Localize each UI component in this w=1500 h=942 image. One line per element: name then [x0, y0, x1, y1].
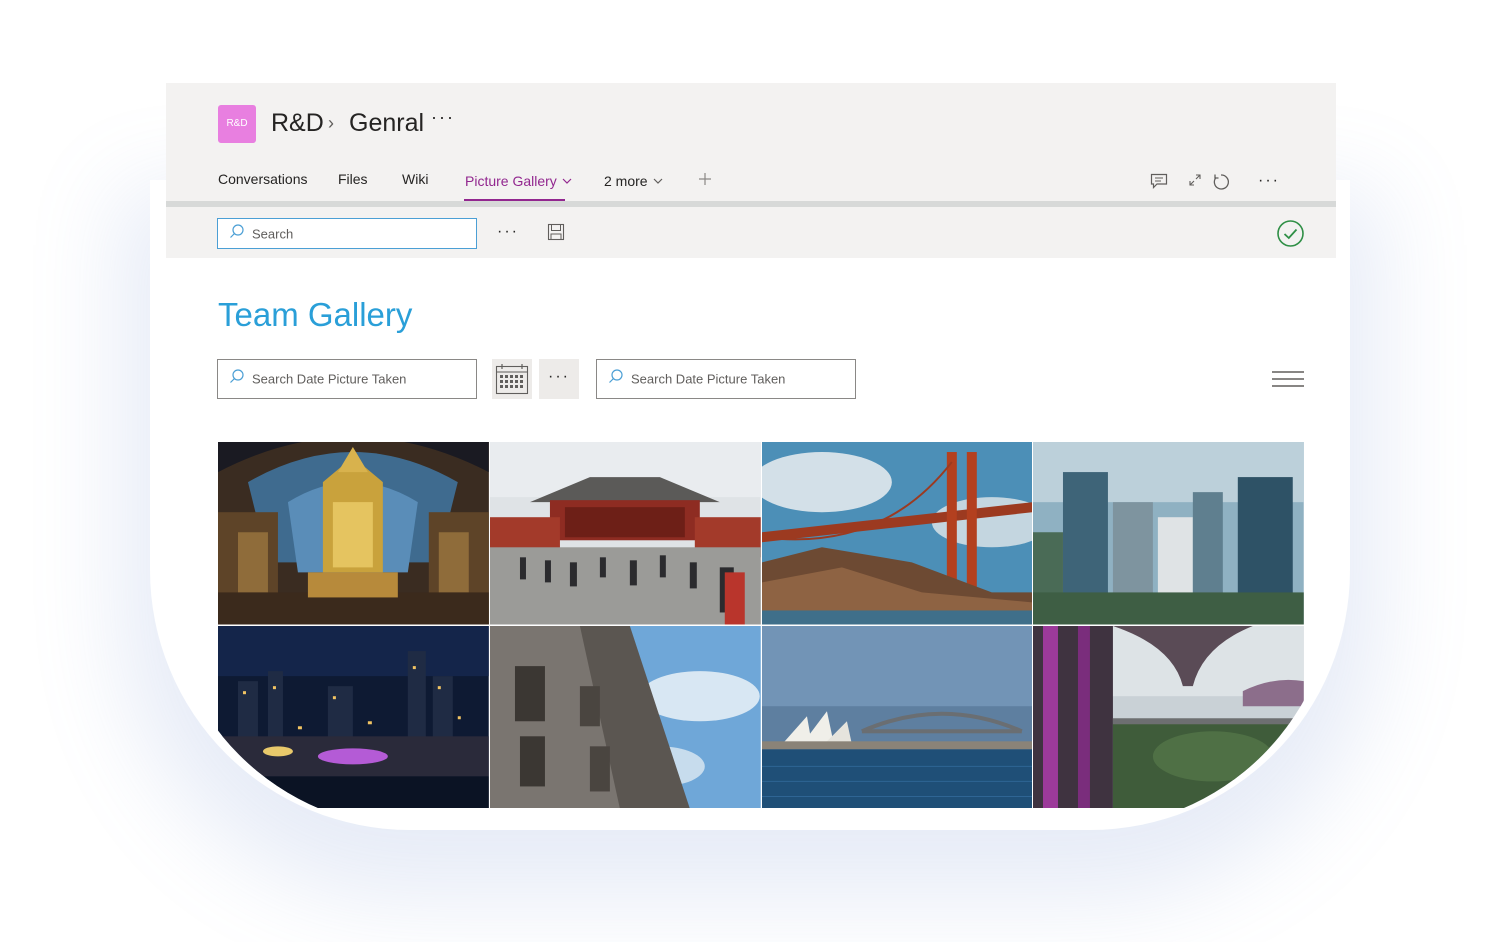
date-search-placeholder-2: Search Date Picture Taken: [631, 371, 786, 387]
breadcrumb-separator: ›: [328, 113, 334, 133]
photo-supertree-grove[interactable]: [1033, 625, 1304, 808]
filter-more-button[interactable]: ···: [539, 359, 579, 399]
photo-baroque-facade[interactable]: [489, 625, 761, 808]
calendar-icon: [495, 364, 529, 395]
team-avatar[interactable]: R&D: [218, 105, 256, 143]
breadcrumb-channel[interactable]: Genral: [349, 109, 424, 138]
chevron-down-icon: [653, 171, 663, 187]
tab-wiki[interactable]: Wiki: [402, 171, 428, 187]
page-title: Team Gallery: [218, 296, 413, 333]
chat-icon[interactable]: [1150, 173, 1168, 194]
refresh-icon[interactable]: [1212, 173, 1230, 196]
tab-picture-gallery[interactable]: Picture Gallery: [465, 171, 572, 189]
menu-icon[interactable]: [1271, 370, 1305, 393]
more-icon[interactable]: ···: [1258, 172, 1280, 190]
search-icon: [229, 223, 244, 244]
breadcrumb-team[interactable]: R&D: [271, 109, 324, 138]
search-icon: [608, 369, 623, 389]
search-input[interactable]: Search: [217, 218, 477, 249]
check-circle-icon[interactable]: [1276, 219, 1305, 253]
search-icon: [229, 369, 244, 389]
photo-cathedral-interior[interactable]: [218, 442, 489, 625]
plus-icon: [699, 173, 711, 185]
search-placeholder: Search: [252, 226, 294, 241]
photo-temple-plaza[interactable]: [489, 442, 761, 625]
date-search-input-2[interactable]: Search Date Picture Taken: [596, 359, 856, 399]
date-search-placeholder: Search Date Picture Taken: [252, 371, 407, 387]
photo-sydney-opera-house[interactable]: [761, 625, 1033, 808]
save-icon[interactable]: [547, 223, 565, 246]
photo-night-city-skyline[interactable]: [218, 625, 489, 808]
tab-more[interactable]: 2 more: [604, 171, 663, 189]
channel-header: R&D R&D › Genral ··· Conversations Files…: [166, 83, 1336, 258]
expand-icon[interactable]: [1188, 173, 1202, 192]
add-tab-button[interactable]: [698, 170, 712, 191]
header-divider: [166, 201, 1336, 207]
tab-files[interactable]: Files: [338, 171, 368, 187]
photo-grid: [218, 442, 1304, 808]
channel-more-button[interactable]: ···: [431, 107, 455, 128]
tab-picture-gallery-label: Picture Gallery: [465, 173, 557, 189]
toolbar-more-button[interactable]: ···: [497, 223, 519, 241]
tab-more-label: 2 more: [604, 173, 648, 189]
tab-conversations[interactable]: Conversations: [218, 171, 308, 187]
date-search-input[interactable]: Search Date Picture Taken: [217, 359, 477, 399]
app-window: R&D R&D › Genral ··· Conversations Files…: [166, 83, 1336, 828]
chevron-down-icon: [562, 171, 572, 187]
calendar-button[interactable]: [492, 359, 532, 399]
photo-city-skyscrapers[interactable]: [1033, 442, 1304, 625]
photo-golden-gate-bridge[interactable]: [761, 442, 1033, 625]
